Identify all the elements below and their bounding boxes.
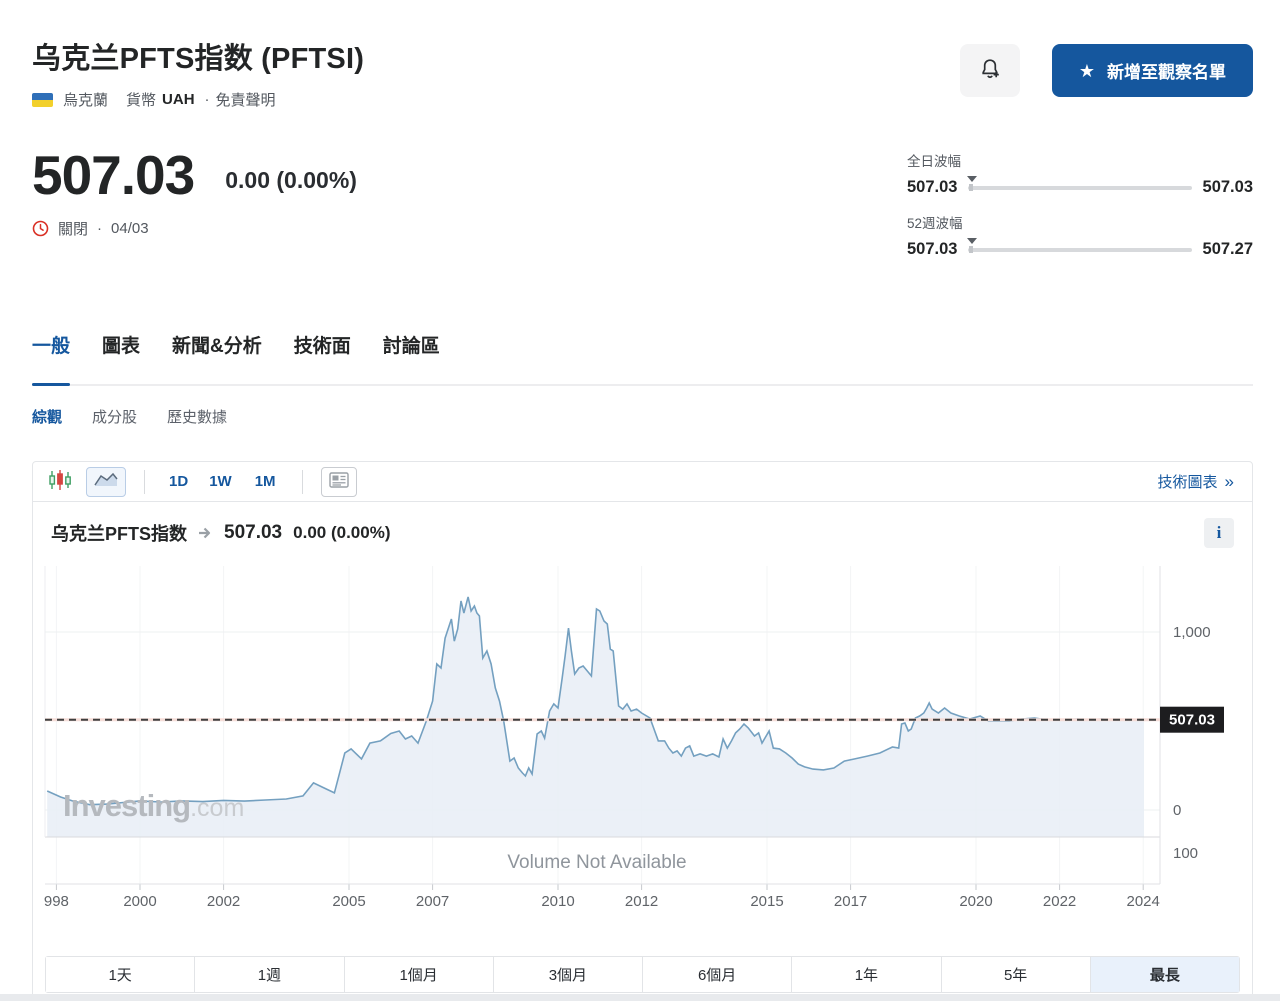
tab-general[interactable]: 一般 — [32, 331, 70, 384]
ranges-block: 全日波幅 507.03 507.03 52週波幅 507.03 — [907, 150, 1253, 259]
x-tick-label: 2000 — [123, 893, 156, 910]
instrument-meta: 烏克蘭 貨幣 UAH · 免責聲明 — [32, 89, 364, 110]
day-range: 全日波幅 507.03 507.03 — [907, 150, 1253, 197]
x-tick-label: 2005 — [332, 893, 365, 910]
tab-news-analysis[interactable]: 新聞&分析 — [172, 331, 262, 384]
range-button-max[interactable]: 最長 — [1090, 957, 1239, 992]
create-alert-button[interactable] — [960, 44, 1020, 97]
x-tick-label: 2010 — [541, 893, 574, 910]
time-range-buttons: 1天 1週 1個月 3個月 6個月 1年 5年 最長 — [45, 956, 1240, 993]
range-button-1month[interactable]: 1個月 — [344, 957, 493, 992]
day-range-marker-icon — [967, 176, 977, 187]
quote-section: 507.03 0.00 (0.00%) 關閉 · 04/03 全日波幅 — [32, 146, 1253, 259]
x-tick-label: 2007 — [416, 893, 449, 910]
market-status: 關閉 · 04/03 — [32, 218, 357, 239]
sub-tabs: 綜觀 成分股 歷史數據 — [32, 406, 1253, 427]
x-tick-label: 2015 — [750, 893, 783, 910]
y-tick-label: 1,000 — [1173, 624, 1211, 641]
candlestick-chart-button[interactable] — [43, 467, 77, 497]
currency-code: UAH — [162, 91, 195, 108]
chart-price-change: 0.00 (0.00%) — [293, 523, 390, 543]
x-tick-label: 2020 — [959, 893, 992, 910]
double-chevron-right-icon: » — [1225, 472, 1234, 492]
range-button-1week[interactable]: 1週 — [194, 957, 343, 992]
range-button-1day[interactable]: 1天 — [46, 957, 194, 992]
star-icon: ★ — [1079, 62, 1095, 80]
country-label: 烏克蘭 — [63, 89, 108, 110]
chart-instrument-name: 乌克兰PFTS指数 — [51, 520, 187, 546]
currency-label: 貨幣 — [126, 89, 156, 110]
tab-technical[interactable]: 技術面 — [294, 331, 351, 384]
subtab-components[interactable]: 成分股 — [92, 406, 137, 427]
x-tick-label: 2002 — [207, 893, 240, 910]
last-price-tag-text: 507.03 — [1169, 712, 1215, 729]
market-status-label: 關閉 — [58, 218, 88, 239]
chart-toolbar: 1D 1W 1M 技術圖表 » — [33, 462, 1252, 502]
disclaimer-link[interactable]: 免責聲明 — [216, 89, 276, 110]
technical-chart-link[interactable]: 技術圖表 » — [1158, 471, 1234, 492]
page-bottom-divider — [0, 994, 1280, 1001]
news-panel-icon — [329, 472, 349, 491]
page-title: 乌克兰PFTS指数 (PFTSI) — [32, 42, 364, 76]
clock-icon — [32, 220, 49, 237]
tab-discussions[interactable]: 討論區 — [383, 331, 440, 384]
week52-range-high: 507.27 — [1203, 240, 1253, 259]
range-button-1year[interactable]: 1年 — [791, 957, 940, 992]
toolbar-divider — [144, 470, 145, 494]
price-block: 507.03 0.00 (0.00%) 關閉 · 04/03 — [32, 146, 357, 259]
status-separator: · — [97, 220, 102, 237]
arrow-right-icon — [198, 526, 213, 540]
range-button-6months[interactable]: 6個月 — [642, 957, 791, 992]
chart-last-price: 507.03 — [224, 522, 282, 544]
ukraine-flag-icon — [32, 93, 53, 107]
last-price: 507.03 — [32, 146, 194, 204]
main-tabs: 一般 圖表 新聞&分析 技術面 討論區 — [32, 331, 1253, 386]
chart-news-button[interactable] — [321, 467, 357, 497]
subtab-overview[interactable]: 綜觀 — [32, 406, 62, 427]
meta-separator: · — [205, 91, 210, 108]
tab-chart[interactable]: 圖表 — [102, 331, 140, 384]
chart-header: 乌克兰PFTS指数 507.03 0.00 (0.00%) i — [33, 502, 1252, 560]
timeframe-1d-button[interactable]: 1D — [163, 469, 194, 494]
subtab-historical-data[interactable]: 歷史數據 — [167, 406, 227, 427]
range-button-3months[interactable]: 3個月 — [493, 957, 642, 992]
page-header: 乌克兰PFTS指数 (PFTSI) 烏克蘭 貨幣 UAH · 免責聲明 — [32, 42, 1253, 110]
week52-range-label: 52週波幅 — [907, 212, 1253, 232]
chart-card: 1D 1W 1M 技術圖表 » — [32, 461, 1253, 1001]
candlestick-icon — [47, 468, 73, 495]
day-range-high: 507.03 — [1203, 178, 1253, 197]
bell-plus-icon — [978, 57, 1002, 84]
week52-range-slider — [968, 248, 1191, 252]
day-range-label: 全日波幅 — [907, 150, 1253, 170]
y-tick-label: 0 — [1173, 802, 1181, 819]
x-tick-label: 2012 — [625, 893, 658, 910]
day-range-low: 507.03 — [907, 178, 957, 197]
technical-chart-label: 技術圖表 — [1158, 471, 1218, 492]
volume-axis-label: 100 — [1173, 845, 1198, 862]
chart-plot-area[interactable]: 998 2000 2002 2005 2007 2010 2012 2015 2017 2020 2… — [33, 560, 1252, 916]
range-button-5years[interactable]: 5年 — [941, 957, 1090, 992]
day-range-slider — [968, 186, 1191, 190]
title-block: 乌克兰PFTS指数 (PFTSI) 烏克蘭 貨幣 UAH · 免責聲明 — [32, 42, 364, 110]
watchlist-button-label: 新增至觀察名單 — [1107, 58, 1226, 83]
x-tick-label: 998 — [44, 893, 69, 910]
price-change: 0.00 (0.00%) — [225, 167, 357, 194]
x-tick-label: 2022 — [1043, 893, 1076, 910]
x-tick-label: 2024 — [1127, 893, 1160, 910]
week52-range-marker-icon — [967, 238, 977, 249]
timeframe-1w-button[interactable]: 1W — [203, 469, 238, 494]
header-actions: ★ 新增至觀察名單 — [960, 44, 1253, 97]
add-to-watchlist-button[interactable]: ★ 新增至觀察名單 — [1052, 44, 1253, 97]
timeframe-1m-button[interactable]: 1M — [247, 470, 284, 493]
chart-info-button[interactable]: i — [1204, 518, 1234, 548]
instrument-page: 乌克兰PFTS指数 (PFTSI) 烏克蘭 貨幣 UAH · 免責聲明 — [0, 0, 1280, 1001]
toolbar-divider — [302, 470, 303, 494]
quote-date: 04/03 — [111, 220, 149, 237]
week52-range-low: 507.03 — [907, 240, 957, 259]
price-chart-svg: 998 2000 2002 2005 2007 2010 2012 2015 2017 2020 2… — [33, 560, 1252, 916]
week52-range: 52週波幅 507.03 507.27 — [907, 212, 1253, 259]
area-chart-icon — [93, 471, 119, 492]
area-chart-button[interactable] — [86, 467, 126, 497]
x-tick-label: 2017 — [834, 893, 867, 910]
